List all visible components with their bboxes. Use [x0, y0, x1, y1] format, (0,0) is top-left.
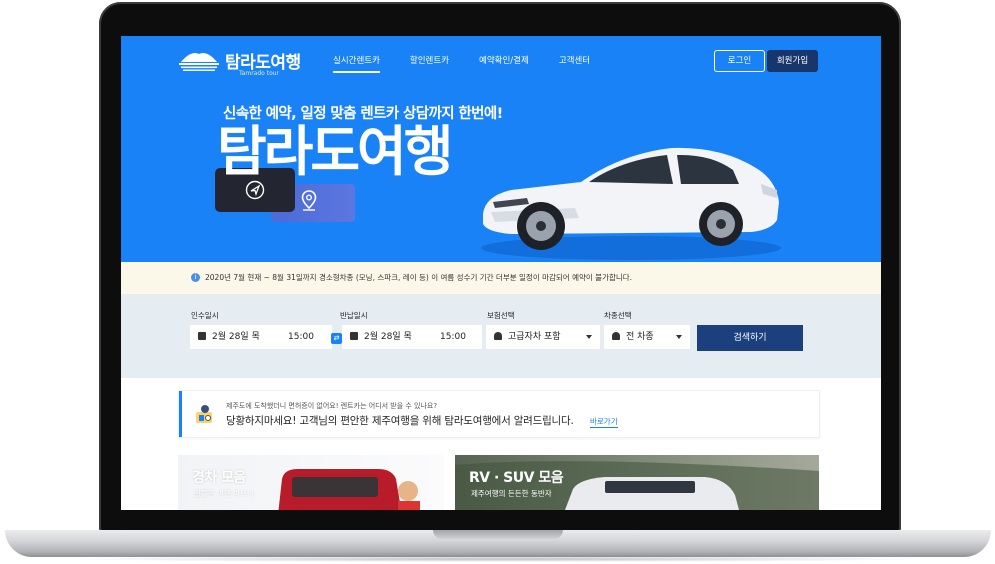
- search-button[interactable]: 검색하기: [697, 325, 803, 351]
- car-image: [481, 147, 781, 260]
- notice-bar: i 2020년 7월 현재 ~ 8월 31일까지 경소형차종 (모닝, 스파크,…: [121, 262, 881, 294]
- promo-compact-title: 경차 모음: [192, 470, 246, 486]
- return-time: 15:00: [440, 332, 466, 342]
- join-button[interactable]: 회원가입: [767, 50, 818, 72]
- hero-title: 탐라도여행: [217, 120, 453, 183]
- chevron-down-icon: [676, 335, 682, 339]
- nav-reservation[interactable]: 예약확인/결제: [479, 54, 529, 73]
- login-button[interactable]: 로그인: [714, 50, 765, 72]
- hero-section: 탐라도여행 Tamrado tour 실시간렌트카 할인렌트카 예약확인/결제 …: [121, 36, 881, 262]
- promo-rv-suv[interactable]: RV · SUV 모음 제주여행의 든든한 동반자: [455, 455, 819, 510]
- screen: 탐라도여행 Tamrado tour 실시간렌트카 할인렌트카 예약확인/결제 …: [121, 36, 881, 510]
- return-date: 2월 28일 목: [364, 332, 412, 342]
- nav-customer-center[interactable]: 고객센터: [559, 54, 590, 73]
- logo-mountain-icon: [179, 53, 219, 71]
- nav-realtime-rent[interactable]: 실시간렌트카: [333, 54, 380, 73]
- brand-sub: Tamrado tour: [239, 70, 280, 77]
- promo-compact-sub: 알뜰한 여행 파트너: [194, 489, 254, 498]
- shortcut-link[interactable]: 바로가기: [590, 416, 618, 428]
- car-icon: [612, 332, 620, 340]
- calendar-icon: [198, 332, 206, 340]
- laptop-base: [5, 530, 991, 557]
- pickup-time: 15:00: [288, 332, 314, 342]
- info-message: 당황하지마세요! 고객님의 편안한 제주여행을 위해 탐라도여행에서 알려드립니…: [226, 415, 574, 427]
- car-icon: [494, 332, 502, 340]
- promo-suv-title: RV · SUV 모음: [469, 470, 564, 486]
- info-icon: i: [191, 273, 200, 282]
- info-question: 제주도에 도착했더니 면허증이 없어요! 렌트카는 어디서 받을 수 있나요?: [226, 402, 438, 410]
- pickup-label: 인수일시: [191, 311, 219, 320]
- cartype-value: 전 차종: [626, 332, 654, 342]
- nav-discount-rent[interactable]: 할인렌트카: [410, 54, 449, 73]
- laptop-notch: [433, 530, 563, 539]
- cartype-select[interactable]: 전 차종: [604, 325, 690, 349]
- insurance-select[interactable]: 고급자차 포함: [486, 325, 600, 349]
- promo-suv-sub: 제주여행의 든든한 동반자: [471, 489, 552, 498]
- notice-text: 2020년 7월 현재 ~ 8월 31일까지 경소형차종 (모닝, 스파크, 레…: [205, 273, 633, 282]
- return-label: 반납일시: [340, 311, 368, 320]
- chevron-down-icon: [586, 335, 592, 339]
- main-nav: 실시간렌트카 할인렌트카 예약확인/결제 고객센터: [333, 54, 620, 73]
- return-field[interactable]: 2월 28일 목 15:00: [342, 325, 482, 349]
- laptop-shadow: [60, 556, 935, 562]
- insurance-label: 보험선택: [487, 311, 515, 320]
- compact-car-image: [278, 469, 420, 510]
- pickup-field[interactable]: 2월 28일 목 15:00: [190, 325, 332, 349]
- swap-icon[interactable]: ⇄: [331, 333, 342, 344]
- location-pin-icon: [301, 190, 317, 211]
- help-person-icon: [196, 405, 212, 423]
- info-box: 제주도에 도착했더니 면허증이 없어요! 렌트카는 어디서 받을 수 있나요? …: [178, 390, 820, 438]
- logo[interactable]: 탐라도여행 Tamrado tour: [177, 46, 307, 77]
- calendar-icon: [350, 332, 358, 340]
- pickup-date: 2월 28일 목: [212, 332, 260, 342]
- search-panel: 인수일시 2월 28일 목 15:00 ⇄ 반납일시 2월 28일 목 15:0…: [121, 294, 881, 378]
- cartype-label: 차종선택: [604, 311, 632, 320]
- promo-compact-cars[interactable]: 경차 모음 알뜰한 여행 파트너: [178, 455, 444, 510]
- info-accent-bar: [179, 391, 182, 437]
- insurance-value: 고급자차 포함: [508, 332, 561, 342]
